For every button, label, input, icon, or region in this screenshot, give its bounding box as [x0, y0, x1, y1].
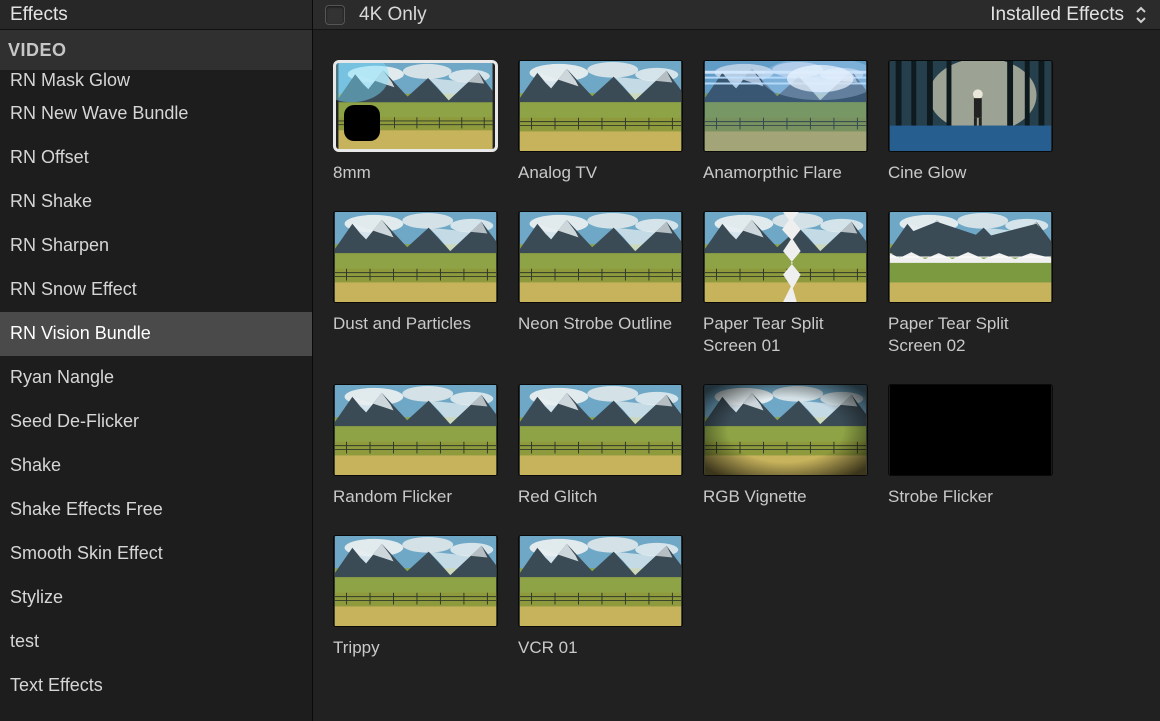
category-item[interactable]: Smooth Skin Effect	[0, 532, 312, 576]
effect-thumbnail[interactable]	[703, 211, 868, 303]
category-label: RN Vision Bundle	[10, 323, 151, 344]
category-list[interactable]: RN Mask Glow RN New Wave Bundle RN Offset R…	[0, 70, 312, 721]
effect-label: Anamorpthic Flare	[703, 162, 868, 183]
effect-item[interactable]: Strobe Flicker	[888, 384, 1053, 507]
category-label: Ryan Nangle	[10, 367, 114, 388]
category-label: Smooth Skin Effect	[10, 543, 163, 564]
effect-label: RGB Vignette	[703, 486, 868, 507]
effect-thumbnail[interactable]	[888, 384, 1053, 476]
installed-effects-dropdown[interactable]: Installed Effects	[990, 4, 1148, 26]
effect-item[interactable]: RGB Vignette	[703, 384, 868, 507]
effect-item[interactable]: Analog TV	[518, 60, 683, 183]
effect-label: Analog TV	[518, 162, 683, 183]
effect-label: Dust and Particles	[333, 313, 498, 334]
category-label: RN Sharpen	[10, 235, 109, 256]
category-label: RN Offset	[10, 147, 89, 168]
effect-thumbnail[interactable]	[518, 535, 683, 627]
category-label: RN Snow Effect	[10, 279, 137, 300]
effect-item[interactable]: Paper Tear Split Screen 02	[888, 211, 1053, 356]
effect-thumbnail[interactable]	[518, 211, 683, 303]
effect-thumbnail[interactable]	[518, 60, 683, 152]
category-label: Shake Effects Free	[10, 499, 163, 520]
effect-label: Cine Glow	[888, 162, 1053, 183]
effect-thumbnail[interactable]	[518, 384, 683, 476]
category-label: test	[10, 631, 39, 652]
category-item[interactable]: Shake	[0, 444, 312, 488]
category-label: RN Shake	[10, 191, 92, 212]
4k-only-checkbox[interactable]	[325, 5, 345, 25]
effect-thumbnail[interactable]	[333, 535, 498, 627]
effect-label: Red Glitch	[518, 486, 683, 507]
effect-label: Random Flicker	[333, 486, 498, 507]
category-label: RN New Wave Bundle	[10, 103, 188, 124]
effect-thumbnail[interactable]	[703, 60, 868, 152]
category-label: Stylize	[10, 587, 63, 608]
effect-item[interactable]: Paper Tear Split Screen 01	[703, 211, 868, 356]
4k-only-label: 4K Only	[359, 4, 427, 26]
effect-thumbnail[interactable]	[333, 211, 498, 303]
effects-grid[interactable]: 8mm Analog TV Anamorpthic Flare Cine Glow Du…	[313, 30, 1160, 721]
effect-thumbnail[interactable]	[333, 60, 498, 152]
effect-label: Neon Strobe Outline	[518, 313, 683, 334]
category-item[interactable]: RN Snow Effect	[0, 268, 312, 312]
effect-item[interactable]: VCR 01	[518, 535, 683, 658]
effect-item[interactable]: Trippy	[333, 535, 498, 658]
preview-overlay-icon	[344, 105, 380, 141]
effect-item[interactable]: Anamorpthic Flare	[703, 60, 868, 183]
category-item[interactable]: test	[0, 620, 312, 664]
category-item[interactable]: RN Mask Glow	[0, 70, 312, 92]
category-item[interactable]: RN New Wave Bundle	[0, 92, 312, 136]
effect-item[interactable]: Random Flicker	[333, 384, 498, 507]
effect-label: Paper Tear Split Screen 02	[888, 313, 1053, 356]
effects-browser: Effects VIDEO RN Mask Glow RN New Wave Bu…	[0, 0, 1160, 721]
effect-label: Paper Tear Split Screen 01	[703, 313, 868, 356]
category-item[interactable]: Text Effects	[0, 664, 312, 708]
category-item[interactable]: RN Shake	[0, 180, 312, 224]
category-group-heading: VIDEO	[0, 30, 312, 70]
dropdown-label: Installed Effects	[990, 4, 1124, 26]
main-panel: 4K Only Installed Effects 8mm Analog TV An…	[313, 0, 1160, 721]
effect-item[interactable]: Cine Glow	[888, 60, 1053, 183]
category-item[interactable]: Stylize	[0, 576, 312, 620]
sidebar: Effects VIDEO RN Mask Glow RN New Wave Bu…	[0, 0, 313, 721]
effect-thumbnail[interactable]	[888, 211, 1053, 303]
effect-thumbnail[interactable]	[333, 384, 498, 476]
up-down-chevron-icon	[1134, 6, 1148, 24]
category-label: Seed De-Flicker	[10, 411, 139, 432]
effect-label: Trippy	[333, 637, 498, 658]
panel-title: Effects	[0, 0, 312, 30]
category-item[interactable]: Shake Effects Free	[0, 488, 312, 532]
category-item[interactable]: Ryan Nangle	[0, 356, 312, 400]
effect-item[interactable]: 8mm	[333, 60, 498, 183]
category-item[interactable]: Seed De-Flicker	[0, 400, 312, 444]
effect-label: Strobe Flicker	[888, 486, 1053, 507]
effect-thumbnail[interactable]	[888, 60, 1053, 152]
category-label: Shake	[10, 455, 61, 476]
category-item[interactable]: RN Vision Bundle	[0, 312, 312, 356]
effect-label: VCR 01	[518, 637, 683, 658]
effect-item[interactable]: Red Glitch	[518, 384, 683, 507]
browser-toolbar: 4K Only Installed Effects	[313, 0, 1160, 30]
category-item[interactable]: RN Offset	[0, 136, 312, 180]
category-label: RN Mask Glow	[10, 70, 130, 91]
effect-thumbnail[interactable]	[703, 384, 868, 476]
effect-item[interactable]: Dust and Particles	[333, 211, 498, 356]
category-label: Text Effects	[10, 675, 103, 696]
effect-item[interactable]: Neon Strobe Outline	[518, 211, 683, 356]
category-item[interactable]: RN Sharpen	[0, 224, 312, 268]
effect-label: 8mm	[333, 162, 498, 183]
